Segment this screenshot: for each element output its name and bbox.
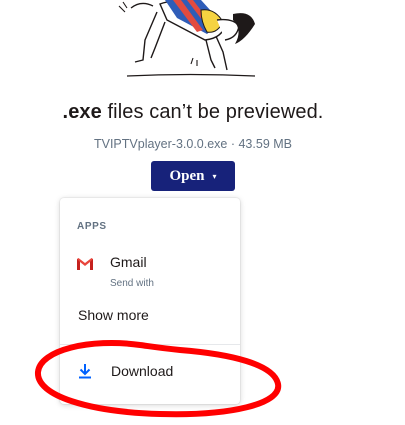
- preview-unavailable-title: .exe files can’t be previewed.: [0, 101, 386, 124]
- open-with-menu: APPS Gmail Send with Show more Download: [60, 198, 240, 404]
- open-button-label: Open: [169, 167, 205, 184]
- menu-divider: [60, 344, 240, 345]
- menu-item-label: Show more: [78, 307, 149, 323]
- chevron-down-icon: ▾: [212, 171, 217, 181]
- menu-section-label: APPS: [77, 221, 107, 232]
- gmail-icon: [77, 258, 93, 270]
- menu-item-sublabel: Send with: [110, 278, 154, 289]
- menu-item-label: Download: [111, 363, 174, 379]
- title-text: files can’t be previewed.: [101, 101, 324, 123]
- download-icon: [79, 364, 91, 379]
- open-button[interactable]: Open ▾: [151, 161, 235, 191]
- menu-item-show-more[interactable]: Show more: [60, 298, 240, 332]
- file-name-and-size: TVIPTVplayer-3.0.0.exe · 43.59 MB: [93, 137, 292, 151]
- menu-item-download[interactable]: Download: [60, 353, 240, 391]
- file-extension: .exe: [62, 101, 102, 123]
- unsupported-file-illustration: [118, 0, 256, 77]
- menu-item-gmail[interactable]: Gmail Send with: [60, 244, 240, 296]
- menu-item-label: Gmail: [110, 254, 147, 270]
